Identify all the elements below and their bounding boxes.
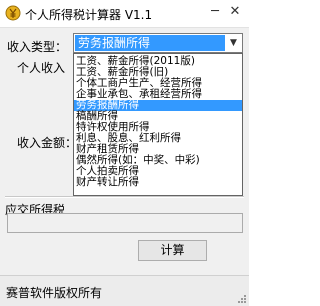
resize-grip-icon[interactable] (237, 294, 247, 304)
window-title: 个人所得税计算器 V1.1 (25, 8, 153, 22)
calculate-button[interactable]: 计算 (138, 240, 207, 261)
income-type-combobox[interactable]: 劳务报酬所得 ▼ (73, 33, 243, 53)
income-amount-label: 收入金额： (17, 136, 78, 150)
copyright-text: 赛普软件版权所有 (6, 286, 103, 300)
app-window: 个人所得税计算器 V1.1 ─ ✕ 收入类型： 劳务报酬所得 ▼ 个人收入 收入… (0, 0, 249, 306)
chevron-down-icon[interactable]: ▼ (225, 34, 242, 52)
yen-coin-icon (5, 5, 21, 21)
minimize-button[interactable]: ─ (206, 3, 224, 21)
tax-output-field (7, 213, 243, 233)
status-bar: 赛普软件版权所有 (0, 275, 249, 306)
combobox-selected-value: 劳务报酬所得 (75, 35, 225, 51)
close-button[interactable]: ✕ (224, 3, 246, 21)
income-group-label: 个人收入 (17, 61, 66, 75)
title-bar[interactable]: 个人所得税计算器 V1.1 ─ ✕ (0, 0, 249, 28)
income-type-label: 收入类型： (7, 40, 68, 54)
dropdown-item[interactable]: 财产转让所得 (74, 177, 242, 188)
section-divider (5, 196, 244, 198)
income-type-dropdown[interactable]: 工资、薪金所得(2011版) 工资、薪金所得(旧) 个体工商户生产、经营所得 企… (73, 53, 243, 196)
